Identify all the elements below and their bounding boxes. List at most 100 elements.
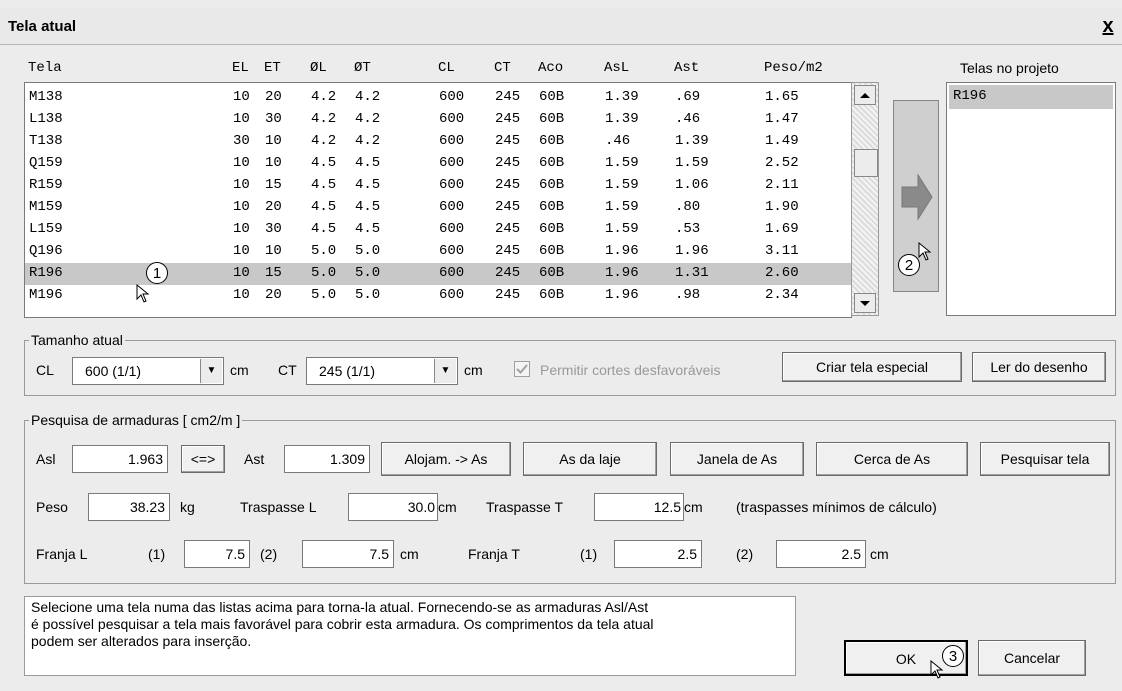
table-cell: 600: [439, 155, 465, 171]
table-cell: R159: [29, 177, 63, 193]
franja-t-2-label: (2): [736, 546, 754, 562]
table-cell: 10: [233, 243, 250, 259]
close-button[interactable]: x: [1098, 14, 1118, 38]
table-cell: 1.59: [675, 155, 709, 171]
table-cell: 1.96: [675, 243, 709, 259]
table-cell: 4.2: [311, 111, 337, 127]
asl-input[interactable]: 1.963: [72, 445, 168, 473]
table-row[interactable]: R159 10 15 4.5 4.5 600 245 60B 1.59 1.06 2.11: [25, 175, 851, 197]
table-cell: 1.59: [605, 221, 639, 237]
pesquisar-tela-button[interactable]: Pesquisar tela: [980, 442, 1110, 476]
column-header: CL: [438, 60, 455, 76]
table-row[interactable]: T138 30 10 4.2 4.2 600 245 60B .46 1.39 1.49: [25, 131, 851, 153]
ct-select[interactable]: 245 (1/1) ▼: [306, 357, 458, 385]
table-cell: 10: [233, 265, 250, 281]
table-cell: 4.2: [355, 133, 381, 149]
franja-t-unit: cm: [870, 546, 889, 562]
franja-t-label: Franja T: [468, 546, 520, 562]
project-list-item[interactable]: R196: [949, 85, 1113, 109]
chevron-down-icon[interactable]: ▼: [200, 359, 222, 383]
alojam-button[interactable]: Alojam. -> As: [381, 442, 511, 476]
table-cell: 10: [233, 287, 250, 303]
table-cell: 1.96: [605, 243, 639, 259]
criar-tela-button[interactable]: Criar tela especial: [782, 352, 962, 382]
scroll-thumb[interactable]: [854, 149, 878, 177]
table-cell: 5.0: [311, 287, 337, 303]
table-cell: 600: [439, 177, 465, 193]
ler-desenho-button[interactable]: Ler do desenho: [972, 352, 1106, 382]
table-cell: 10: [233, 177, 250, 193]
table-cell: 245: [495, 155, 521, 171]
ast-input[interactable]: 1.309: [284, 445, 370, 473]
franja-l-1-input[interactable]: 7.5: [184, 540, 250, 568]
swap-button[interactable]: <=>: [181, 445, 225, 473]
franja-l-1-label: (1): [148, 546, 166, 562]
table-cell: M138: [29, 89, 63, 105]
traspasse-l-input[interactable]: 30.0: [348, 493, 438, 521]
table-cell: 10: [265, 155, 282, 171]
table-row[interactable]: M159 10 20 4.5 4.5 600 245 60B 1.59 .80 1.90: [25, 197, 851, 219]
tamanho-legend: Tamanho atual: [31, 332, 123, 348]
table-cell: 4.5: [355, 199, 381, 215]
table-cell: 4.5: [355, 177, 381, 193]
table-cell: 30: [265, 221, 282, 237]
traspasse-l-unit: cm: [438, 499, 457, 515]
info-line: é possível pesquisar a tela mais favoráv…: [31, 616, 654, 632]
table-cell: 5.0: [311, 265, 337, 281]
table-cell: 10: [233, 111, 250, 127]
table-cell: 4.2: [311, 89, 337, 105]
table-cell: 20: [265, 287, 282, 303]
table-cell: 600: [439, 243, 465, 259]
table-cell: 60B: [539, 111, 565, 127]
franja-l-2-input[interactable]: 7.5: [302, 540, 394, 568]
table-cell: 1.59: [605, 155, 639, 171]
franja-t-1-label: (1): [580, 546, 598, 562]
list-scrollbar[interactable]: [851, 82, 879, 316]
tela-list[interactable]: M138 10 20 4.2 4.2 600 245 60B 1.39 .69 1.65 L138 10…: [24, 82, 852, 318]
peso-input[interactable]: 38.23: [88, 493, 170, 521]
project-list[interactable]: R196: [946, 82, 1116, 316]
table-cell: 600: [439, 199, 465, 215]
table-cell: 20: [265, 89, 282, 105]
table-cell: 4.5: [311, 155, 337, 171]
table-cell: 5.0: [355, 287, 381, 303]
franja-l-2-label: (2): [260, 546, 278, 562]
scroll-up-button[interactable]: [854, 85, 876, 105]
table-cell: 600: [439, 221, 465, 237]
as-da-laje-button[interactable]: As da laje: [523, 442, 657, 476]
table-cell: 15: [265, 265, 282, 281]
cursor-icon: [136, 284, 150, 303]
table-row[interactable]: M138 10 20 4.2 4.2 600 245 60B 1.39 .69 1.65: [25, 87, 851, 109]
table-cell: 60B: [539, 265, 565, 281]
table-cell: 60B: [539, 199, 565, 215]
table-cell: Q159: [29, 155, 63, 171]
permitir-checkbox[interactable]: [514, 361, 530, 377]
cancel-button[interactable]: Cancelar: [978, 640, 1086, 676]
janela-as-button[interactable]: Janela de As: [670, 442, 804, 476]
table-row[interactable]: L138 10 30 4.2 4.2 600 245 60B 1.39 .46 1.47: [25, 109, 851, 131]
franja-t-1-input[interactable]: 2.5: [614, 540, 702, 568]
table-cell: 2.34: [765, 287, 799, 303]
table-cell: 1.47: [765, 111, 799, 127]
traspasse-t-input[interactable]: 12.5: [594, 493, 684, 521]
table-cell: 1.39: [605, 111, 639, 127]
table-cell: 1.31: [675, 265, 709, 281]
table-cell: 245: [495, 133, 521, 149]
table-cell: 1.39: [675, 133, 709, 149]
cl-select-value: 600 (1/1): [85, 363, 142, 379]
table-cell: .46: [605, 133, 631, 149]
scroll-down-button[interactable]: [854, 293, 876, 313]
table-row[interactable]: Q196 10 10 5.0 5.0 600 245 60B 1.96 1.96 3.11: [25, 241, 851, 263]
column-header: ET: [264, 60, 281, 76]
table-cell: 60B: [539, 133, 565, 149]
franja-l-label: Franja L: [36, 546, 88, 562]
cerca-as-button[interactable]: Cerca de As: [816, 442, 968, 476]
table-row[interactable]: L159 10 30 4.5 4.5 600 245 60B 1.59 .53 1.69: [25, 219, 851, 241]
table-cell: 10: [233, 155, 250, 171]
table-cell: Q196: [29, 243, 63, 259]
franja-t-2-input[interactable]: 2.5: [776, 540, 866, 568]
scroll-up-icon: [860, 93, 870, 98]
chevron-down-icon[interactable]: ▼: [434, 359, 456, 383]
table-row[interactable]: Q159 10 10 4.5 4.5 600 245 60B 1.59 1.59 2.52: [25, 153, 851, 175]
cl-select[interactable]: 600 (1/1) ▼: [72, 357, 224, 385]
